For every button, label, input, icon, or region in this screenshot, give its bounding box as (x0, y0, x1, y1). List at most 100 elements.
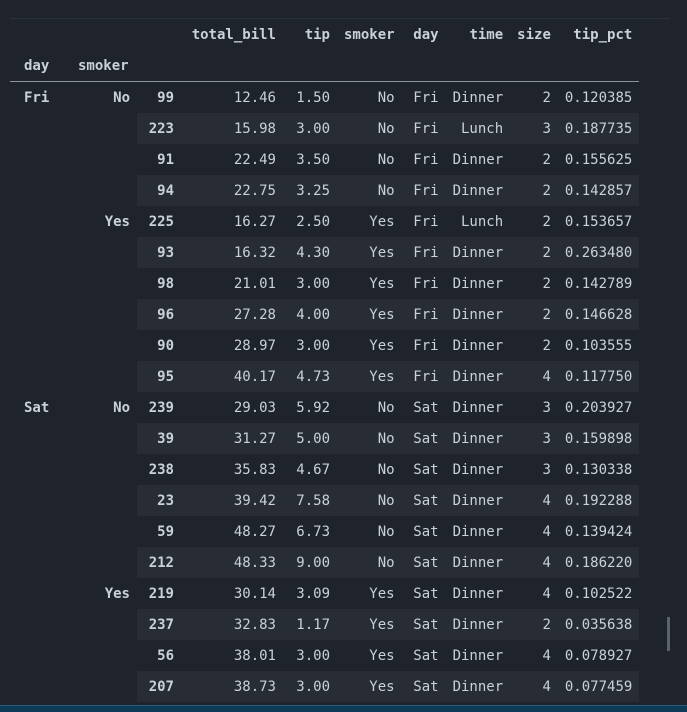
cell-time: Dinner (445, 361, 511, 392)
cell-time: Dinner (445, 268, 511, 299)
cell-tip: 9.00 (283, 547, 337, 578)
cell-time: Dinner (445, 454, 511, 485)
cell-tip-pct: 0.192288 (557, 485, 640, 516)
cell-tip: 4.67 (283, 454, 337, 485)
cell-day: Sat (401, 671, 446, 702)
cell-time: Dinner (445, 392, 511, 423)
header-spacer (401, 50, 446, 82)
cell-tip-pct: 0.117750 (557, 361, 640, 392)
cell-time: Dinner (445, 175, 511, 206)
cell-day: Sat (401, 485, 446, 516)
index-smoker-label: Yes (104, 214, 130, 230)
cell-total-bill: 16.32 (181, 237, 283, 268)
row-index: 238 (137, 454, 181, 485)
row-index: 219 (137, 578, 181, 609)
row-index: 93 (137, 237, 181, 268)
row-index: 98 (137, 268, 181, 299)
cell-size: 4 (510, 516, 558, 547)
cell-day: Fri (401, 175, 446, 206)
cell-size: 4 (510, 578, 558, 609)
cell-smoker: Yes (337, 671, 402, 702)
cell-tip: 6.73 (283, 516, 337, 547)
row-index: 239 (137, 392, 181, 423)
cell-time: Dinner (445, 237, 511, 268)
cell-smoker: Yes (337, 640, 402, 671)
table-row: Fri No 99 12.46 1.50 No Fri Dinner 2 0.120385 (10, 81, 640, 113)
cell-tip-pct: 0.203927 (557, 392, 640, 423)
cell-time: Dinner (445, 547, 511, 578)
cell-size: 2 (510, 175, 558, 206)
cell-smoker: No (337, 485, 402, 516)
table-row: Sat No 239 29.03 5.92 No Sat Dinner 3 0.203927 (10, 392, 640, 423)
cell-tip: 3.00 (283, 671, 337, 702)
cell-smoker: Yes (337, 268, 402, 299)
cell-total-bill: 48.33 (181, 547, 283, 578)
cell-total-bill: 22.75 (181, 175, 283, 206)
column-header-tip: tip (304, 26, 330, 43)
cell-tip: 5.00 (283, 423, 337, 454)
table-body: Fri No 99 12.46 1.50 No Fri Dinner 2 0.120385 223 1… (10, 81, 640, 702)
vertical-scrollbar-thumb[interactable] (667, 617, 670, 651)
header-spacer (510, 50, 558, 82)
cell-smoker: Yes (337, 299, 402, 330)
cell-tip-pct: 0.153657 (557, 206, 640, 237)
column-header-size: size (517, 26, 551, 43)
column-header-total-bill: total_bill (191, 26, 276, 43)
cell-day: Sat (401, 578, 446, 609)
cell-tip-pct: 0.186220 (557, 547, 640, 578)
header-spacer (557, 50, 640, 82)
cell-size: 3 (510, 113, 558, 144)
cell-size: 4 (510, 640, 558, 671)
cell-tip-pct: 0.077459 (557, 671, 640, 702)
cell-time: Dinner (445, 144, 511, 175)
cell-tip: 7.58 (283, 485, 337, 516)
cell-tip: 3.50 (283, 144, 337, 175)
index-day-label: Sat (24, 400, 50, 416)
cell-tip: 3.00 (283, 330, 337, 361)
cell-tip: 4.00 (283, 299, 337, 330)
cell-smoker: No (337, 547, 402, 578)
cell-tip-pct: 0.103555 (557, 330, 640, 361)
cell-tip-pct: 0.139424 (557, 516, 640, 547)
header-spacer (71, 19, 137, 50)
cell-day: Fri (401, 268, 446, 299)
row-index: 59 (137, 516, 181, 547)
cell-total-bill: 15.98 (181, 113, 283, 144)
table-row: Yes 225 16.27 2.50 Yes Fri Lunch 2 0.153657 (10, 206, 640, 237)
cell-tip-pct: 0.035638 (557, 609, 640, 640)
cell-smoker: Yes (337, 609, 402, 640)
cell-total-bill: 38.01 (181, 640, 283, 671)
cell-tip: 3.00 (283, 268, 337, 299)
cell-total-bill: 22.49 (181, 144, 283, 175)
cell-size: 3 (510, 454, 558, 485)
cell-total-bill: 48.27 (181, 516, 283, 547)
row-index: 237 (137, 609, 181, 640)
cell-size: 3 (510, 423, 558, 454)
cell-time: Dinner (445, 330, 511, 361)
cell-tip-pct: 0.159898 (557, 423, 640, 454)
row-index: 91 (137, 144, 181, 175)
cell-total-bill: 27.28 (181, 299, 283, 330)
cell-tip-pct: 0.187735 (557, 113, 640, 144)
index-name-day: day (10, 50, 71, 82)
cell-tip: 3.25 (283, 175, 337, 206)
cell-tip: 1.17 (283, 609, 337, 640)
column-header-row: total_bill tip smoker day time size tip_… (10, 19, 639, 50)
cell-tip: 4.30 (283, 237, 337, 268)
row-index: 99 (137, 81, 181, 113)
row-index: 23 (137, 485, 181, 516)
cell-smoker: Yes (337, 330, 402, 361)
index-name-smoker: smoker (71, 50, 137, 82)
cell-tip-pct: 0.130338 (557, 454, 640, 485)
header-spacer (181, 50, 283, 82)
cell-day: Sat (401, 640, 446, 671)
cell-size: 4 (510, 547, 558, 578)
cell-smoker: No (337, 175, 402, 206)
cell-smoker: No (337, 81, 402, 113)
dataframe-output-panel: total_bill tip smoker day time size tip_… (10, 18, 670, 709)
row-index: 223 (137, 113, 181, 144)
cell-smoker: No (337, 392, 402, 423)
cell-day: Fri (401, 237, 446, 268)
cell-time: Dinner (445, 640, 511, 671)
dataframe-table: total_bill tip smoker day time size tip_… (10, 19, 640, 702)
